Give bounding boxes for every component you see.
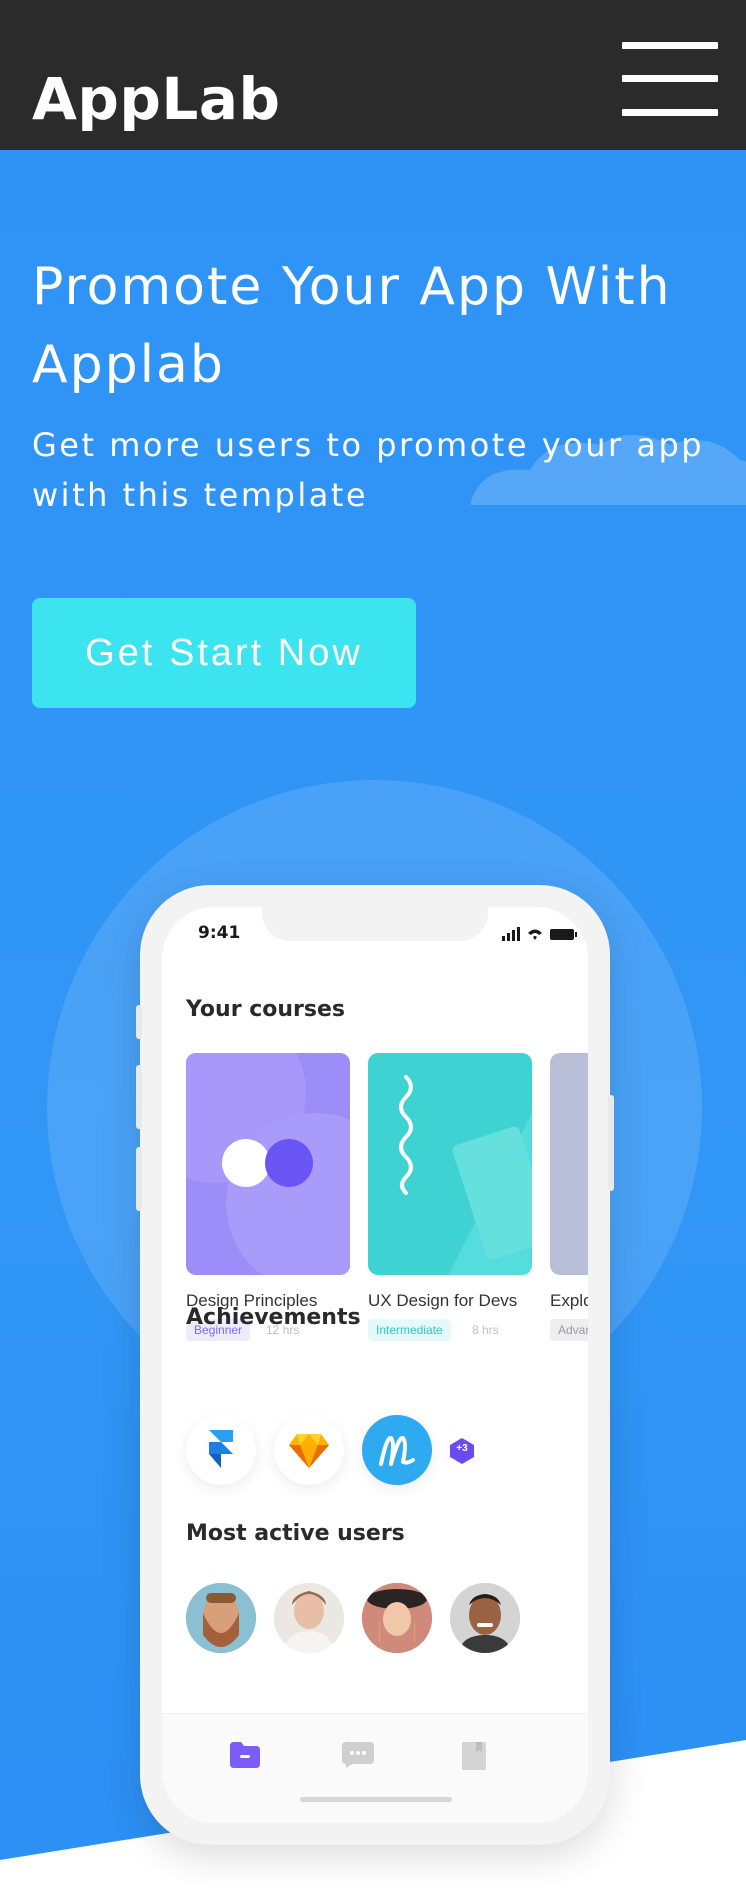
hero-subtitle: Get more users to promote your app with … bbox=[32, 426, 705, 514]
achievements-title: Achievements bbox=[186, 1305, 361, 1330]
avatar[interactable] bbox=[186, 1583, 256, 1653]
user-photo bbox=[186, 1583, 256, 1653]
book-icon[interactable] bbox=[462, 1742, 486, 1770]
phone-screen: 9:41 Your courses Design Principles Begi… bbox=[162, 907, 588, 1823]
tab-bar bbox=[162, 1713, 588, 1823]
course-card[interactable] bbox=[550, 1053, 588, 1275]
sketch-icon[interactable] bbox=[274, 1415, 344, 1485]
user-photo bbox=[450, 1583, 520, 1653]
chat-icon[interactable] bbox=[342, 1742, 374, 1768]
avatar[interactable] bbox=[274, 1583, 344, 1653]
framer-icon[interactable] bbox=[186, 1415, 256, 1485]
phone-side-button bbox=[136, 1065, 142, 1129]
phone-mockup: 9:41 Your courses Design Principles Begi… bbox=[136, 885, 614, 1845]
menu-line bbox=[622, 75, 718, 82]
hero-section: Promote Your App With Applab Get more us… bbox=[0, 150, 746, 1902]
course-card[interactable] bbox=[368, 1053, 532, 1275]
user-photo bbox=[274, 1583, 344, 1653]
status-icons bbox=[502, 927, 577, 941]
phone-side-button bbox=[608, 1095, 614, 1191]
courses-title: Your courses bbox=[186, 997, 345, 1022]
course-illustration bbox=[186, 1053, 350, 1275]
menu-line bbox=[622, 42, 718, 49]
course-hours: 8 hrs bbox=[472, 1323, 499, 1337]
marvel-icon-glyph bbox=[379, 1435, 415, 1466]
course-card[interactable] bbox=[186, 1053, 350, 1275]
home-indicator bbox=[300, 1797, 452, 1802]
course-illustration bbox=[399, 1075, 532, 1275]
sketch-icon-glyph bbox=[289, 1434, 329, 1468]
course-name: UX Design for Devs bbox=[368, 1291, 518, 1310]
phone-side-button bbox=[136, 1147, 142, 1211]
users-title: Most active users bbox=[186, 1521, 405, 1546]
level-badge: Intermediate bbox=[368, 1319, 451, 1341]
user-photo bbox=[362, 1583, 432, 1653]
more-count: +3 bbox=[456, 1443, 468, 1454]
menu-line bbox=[622, 109, 718, 116]
brand-logo[interactable]: AppLab bbox=[32, 70, 281, 128]
phone-side-button bbox=[136, 1005, 142, 1039]
avatar[interactable] bbox=[450, 1583, 520, 1653]
folder-icon[interactable] bbox=[230, 1742, 260, 1768]
hamburger-icon[interactable] bbox=[622, 42, 718, 118]
hero-title: Promote Your App With Applab bbox=[32, 257, 672, 395]
course-name: Explor bbox=[550, 1291, 588, 1310]
status-time: 9:41 bbox=[198, 923, 241, 943]
avatar[interactable] bbox=[362, 1583, 432, 1653]
phone-notch bbox=[262, 907, 488, 941]
marvel-icon[interactable] bbox=[362, 1415, 432, 1485]
top-navbar: AppLab bbox=[0, 0, 746, 150]
framer-icon-glyph bbox=[209, 1430, 233, 1468]
level-badge: Advar bbox=[550, 1319, 588, 1341]
get-started-button[interactable]: Get Start Now bbox=[32, 598, 416, 708]
more-achievements-badge[interactable]: +3 bbox=[448, 1437, 476, 1465]
